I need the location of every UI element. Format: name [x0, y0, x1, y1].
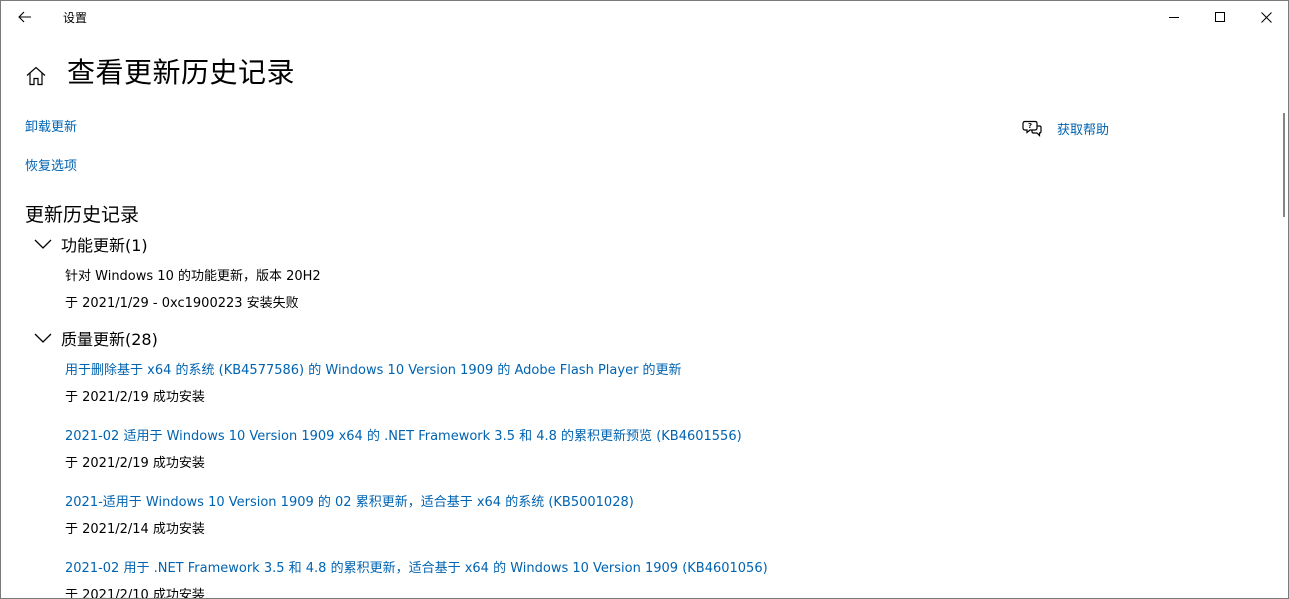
chevron-down-icon — [34, 333, 52, 343]
back-button[interactable] — [1, 1, 49, 33]
chat-help-icon: ? — [1022, 120, 1042, 137]
window-title: 设置 — [63, 11, 88, 25]
svg-text:?: ? — [1028, 122, 1032, 130]
home-icon[interactable] — [25, 65, 47, 87]
quality-update-link[interactable]: 2021-02 用于 .NET Framework 3.5 和 4.8 的累积更… — [65, 560, 768, 578]
settings-window: 设置 查看更新历史记录 卸载更新 恢复选项 ? 获取帮助 更新历史记录 功能更新… — [0, 0, 1289, 599]
uninstall-updates-link[interactable]: 卸载更新 — [25, 118, 77, 138]
minimize-button[interactable] — [1151, 1, 1197, 33]
close-icon — [1260, 11, 1272, 23]
chevron-down-icon — [34, 239, 52, 249]
quality-update-link[interactable]: 2021-02 适用于 Windows 10 Version 1909 x64 … — [65, 428, 742, 446]
quality-updates-label: 质量更新(28) — [61, 330, 158, 349]
title-bar: 设置 — [1, 1, 1288, 33]
quality-update-status: 于 2021/2/19 成功安装 — [65, 390, 205, 405]
quality-update-status: 于 2021/2/14 成功安装 — [65, 522, 205, 537]
page-title: 查看更新历史记录 — [67, 56, 296, 89]
quality-updates-group-toggle[interactable]: 质量更新(28) — [33, 327, 158, 349]
quality-update-status: 于 2021/2/19 成功安装 — [65, 456, 205, 471]
scrollbar-thumb[interactable] — [1283, 113, 1285, 217]
feature-update-status: 于 2021/1/29 - 0xc1900223 安装失败 — [65, 296, 299, 311]
quality-update-link[interactable]: 用于删除基于 x64 的系统 (KB4577586) 的 Windows 10 … — [65, 362, 682, 380]
maximize-button[interactable] — [1197, 1, 1243, 33]
back-arrow-icon — [18, 11, 31, 23]
update-history-heading: 更新历史记录 — [25, 204, 140, 226]
recovery-options-link[interactable]: 恢复选项 — [25, 157, 77, 177]
get-help[interactable]: ? 获取帮助 — [1022, 117, 1109, 139]
minimize-icon — [1169, 17, 1179, 18]
feature-updates-group-toggle[interactable]: 功能更新(1) — [33, 233, 148, 255]
feature-update-title: 针对 Windows 10 的功能更新，版本 20H2 — [65, 269, 321, 284]
close-button[interactable] — [1243, 1, 1288, 33]
quality-update-status: 于 2021/2/10 成功安装 — [65, 588, 205, 599]
feature-updates-label: 功能更新(1) — [61, 236, 148, 255]
maximize-icon — [1215, 12, 1225, 22]
get-help-link[interactable]: 获取帮助 — [1057, 119, 1109, 138]
quality-update-link[interactable]: 2021-适用于 Windows 10 Version 1909 的 02 累积… — [65, 494, 634, 512]
